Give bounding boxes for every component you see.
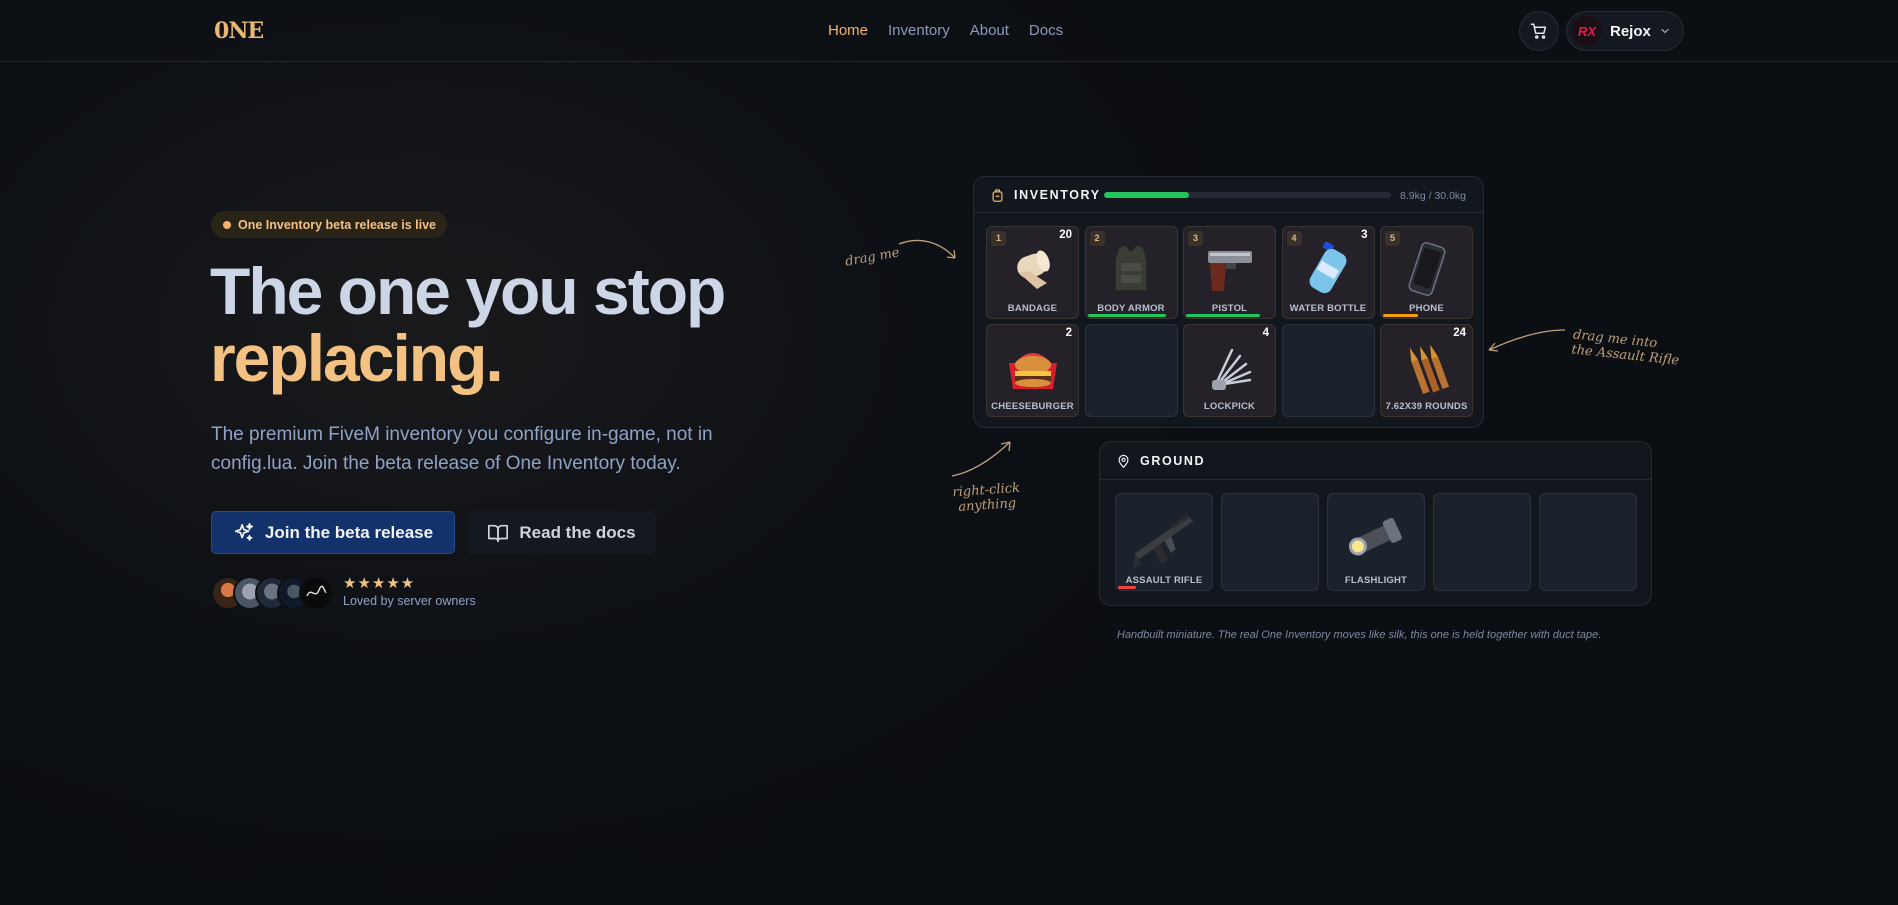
logo-text: 0	[214, 18, 229, 44]
empty-slot[interactable]	[1433, 493, 1531, 591]
backpack-icon	[992, 188, 1003, 202]
slot-number: 4	[1286, 231, 1302, 246]
logo[interactable]: 0NE	[214, 18, 264, 44]
read-docs-label: Read the docs	[519, 522, 636, 542]
cart-button[interactable]	[1519, 11, 1559, 51]
inventory-slot[interactable]: 4 LOCKPICK	[1183, 324, 1276, 417]
star-rating-icon: ★★★★★	[343, 575, 416, 592]
weight-progress-bar	[1104, 192, 1391, 198]
empty-slot[interactable]	[1084, 324, 1178, 417]
release-badge: One Inventory beta release is live	[211, 211, 448, 238]
durability-bar	[1118, 586, 1136, 589]
page-title: The one you stop replacing.	[210, 254, 726, 395]
inventory-slot[interactable]: 3 PISTOL	[1183, 226, 1276, 319]
user-avatars	[211, 576, 333, 610]
join-beta-button[interactable]: Join the beta release	[211, 511, 455, 554]
inventory-slot[interactable]: ASSAULT RIFLE	[1115, 493, 1213, 591]
inventory-panel: INVENTORY 8.9kg / 30.0kg 1 20 BANDAGE 2 BODY…	[973, 176, 1484, 428]
slot-label: LOCKPICK	[1203, 401, 1256, 412]
inventory-title: INVENTORY	[1014, 187, 1101, 202]
inventory-slot[interactable]: FLASHLIGHT	[1327, 493, 1425, 591]
slot-number: 3	[1188, 231, 1203, 246]
headline-line-1: The one you stop	[210, 254, 726, 328]
slot-count: 20	[1059, 229, 1072, 241]
annotation-drag-me: drag me	[844, 245, 901, 270]
top-nav: 0NE Home Inventory About Docs RX Rejox	[0, 0, 1898, 62]
slot-number: 2	[1089, 231, 1105, 246]
inventory-slot[interactable]: 1 20 BANDAGE	[986, 226, 1079, 319]
empty-slot[interactable]	[1221, 493, 1319, 591]
arrow-icon	[898, 239, 956, 259]
slot-label: BODY ARMOR	[1097, 303, 1165, 314]
hero-subtitle: The premium FiveM inventory you configur…	[211, 424, 713, 474]
nav-link-about[interactable]: About	[970, 22, 1009, 39]
rating: ★★★★★ Loved by server owners	[343, 575, 476, 609]
slot-count: 24	[1453, 327, 1466, 339]
badge-text: One Inventory beta release is live	[238, 217, 437, 232]
chevron-down-icon	[1661, 28, 1669, 34]
slot-label: ASSAULT RIFLE	[1125, 575, 1203, 586]
slot-number: 1	[991, 231, 1006, 246]
slot-label: WATER BOTTLE	[1289, 303, 1367, 314]
nav-link-docs[interactable]: Docs	[1029, 22, 1063, 39]
ground-header: GROUND	[1100, 442, 1651, 480]
cart-icon	[1530, 23, 1547, 39]
map-pin-icon	[1118, 454, 1129, 468]
inventory-slot[interactable]: 2 BODY ARMOR	[1084, 226, 1178, 319]
join-beta-label: Join the beta release	[264, 522, 434, 542]
annotation-drag-into: drag me into the Assault Rifle	[1571, 327, 1682, 368]
inventory-slot[interactable]: 5 PHONE	[1380, 226, 1473, 319]
slot-count: 4	[1262, 327, 1269, 339]
slot-number: 5	[1385, 231, 1400, 246]
durability-bar	[1186, 314, 1260, 317]
nav-links: Home Inventory About Docs	[828, 22, 1063, 39]
slot-count: 3	[1361, 229, 1368, 241]
slot-count: 2	[1065, 327, 1072, 339]
nav-link-inventory[interactable]: Inventory	[888, 22, 950, 39]
status-dot-icon	[223, 220, 231, 229]
weight-text: 8.9kg / 30.0kg	[1400, 190, 1466, 202]
nav-link-home[interactable]: Home	[828, 22, 868, 39]
slot-label: CHEESEBURGER	[991, 401, 1074, 412]
headline-line-2: replacing.	[210, 321, 504, 395]
social-proof-text: Loved by server owners	[343, 594, 476, 608]
arrow-icon	[1488, 329, 1566, 352]
user-name: Rejox	[1610, 22, 1651, 40]
caption: Handbuilt miniature. The real One Invent…	[1117, 629, 1602, 641]
sparkles-icon	[234, 522, 253, 541]
annotation-right-click-line2: anything	[957, 495, 1017, 515]
slot-label: 7.62X39 ROUNDS	[1385, 401, 1468, 412]
ground-title: GROUND	[1140, 453, 1206, 468]
annotation-right-click: right-click anything	[952, 481, 1021, 516]
durability-bar	[1383, 314, 1418, 317]
avatar: RX	[1572, 16, 1602, 46]
user-menu-button[interactable]: RX Rejox	[1566, 11, 1684, 51]
durability-bar	[1087, 314, 1166, 317]
inventory-slot[interactable]: 24 7.62X39 ROUNDS	[1380, 324, 1473, 417]
slot-label: PHONE	[1409, 303, 1444, 314]
inventory-slot[interactable]: 2 CHEESEBURGER	[986, 324, 1079, 417]
read-docs-button[interactable]: Read the docs	[467, 511, 656, 554]
arrow-icon	[951, 441, 1011, 477]
ground-panel: GROUND ASSAULT RIFLE FLASHLIGHT	[1099, 441, 1652, 606]
book-icon	[488, 524, 509, 542]
slot-label: PISTOL	[1211, 303, 1248, 314]
empty-slot[interactable]	[1539, 493, 1637, 591]
avatar	[299, 576, 333, 610]
weight-progress-fill	[1104, 192, 1190, 198]
inventory-slot[interactable]: 4 3 WATER BOTTLE	[1281, 226, 1375, 319]
slot-label: FLASHLIGHT	[1344, 575, 1408, 586]
empty-slot[interactable]	[1281, 324, 1375, 417]
logo-accent: NE	[228, 18, 264, 44]
slot-label: BANDAGE	[1007, 303, 1058, 314]
